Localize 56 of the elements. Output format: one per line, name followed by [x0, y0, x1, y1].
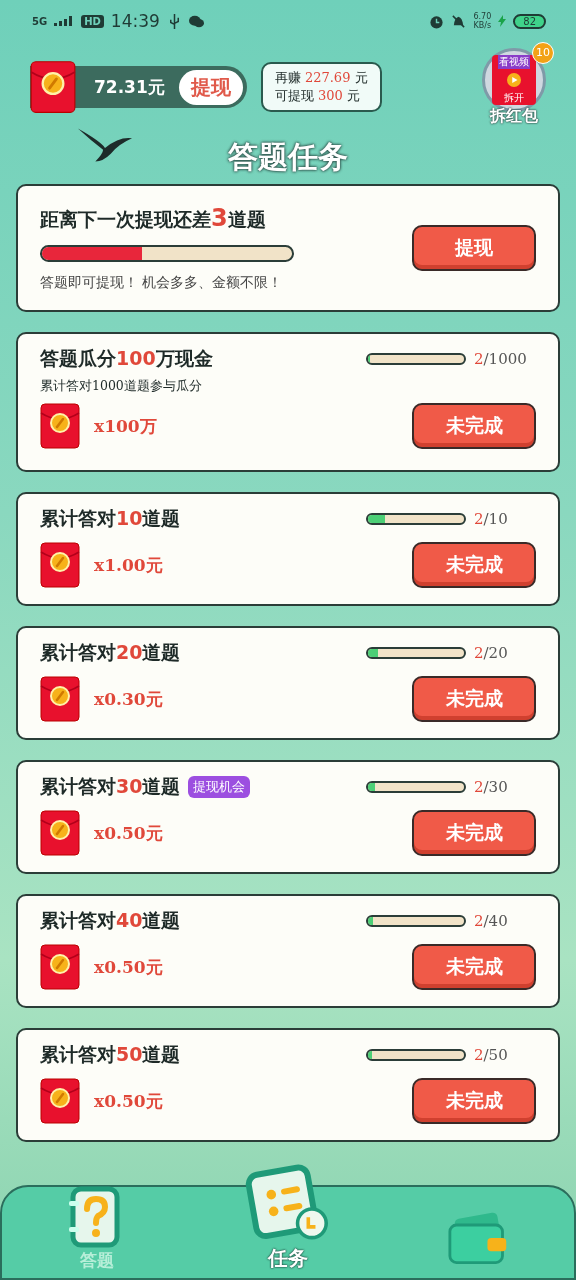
incomplete-button[interactable]: 未完成 [412, 944, 536, 990]
reward-amount: x100万 [94, 414, 157, 438]
speed-unit: KB/s [473, 21, 492, 30]
money-envelope-icon [40, 676, 80, 722]
money-envelope-icon [40, 542, 80, 588]
withdraw-note: 答题即可提现！ 机会多多、金额不限！ [40, 274, 284, 292]
incomplete-button[interactable]: 未完成 [412, 542, 536, 588]
alarm-icon [429, 13, 445, 29]
clock-time: 14:39 [110, 11, 160, 31]
play-icon [507, 72, 521, 87]
progress-count: 2/40 [474, 912, 509, 930]
progress-count: 2/50 [474, 1046, 509, 1064]
incomplete-button[interactable]: 未完成 [412, 676, 536, 722]
reward-amount: x0.30元 [94, 687, 163, 711]
progress-count: 2/10 [474, 510, 509, 528]
money-envelope-icon [40, 810, 80, 856]
reward-amount: x0.50元 [94, 955, 163, 979]
task-title: 累计答对20道题 [40, 640, 181, 665]
questions-remaining: 距离下一次提现还差3道题 [40, 204, 267, 233]
video-tag: 看视频 [498, 54, 530, 69]
incomplete-button[interactable]: 未完成 [412, 403, 536, 449]
reward-amount: x0.50元 [94, 821, 163, 845]
incomplete-button[interactable]: 未完成 [412, 810, 536, 856]
task-tag: 提现机会 [188, 776, 251, 798]
nav-tab[interactable]: 任务 [228, 1161, 348, 1272]
incomplete-button[interactable]: 未完成 [412, 1078, 536, 1124]
task-title: 累计答对50道题 [40, 1042, 181, 1067]
earnings-tip: 再赚 227.69 元 可提现 300 元 [260, 62, 382, 112]
network-indicator: 5G [32, 15, 48, 27]
charging-icon [498, 15, 507, 27]
network-speed: 6.70 [473, 12, 492, 21]
chat-icon [188, 13, 204, 29]
page-title: 答题任务 [228, 137, 348, 176]
task-title: 累计答对30道题 [40, 774, 181, 799]
task-title: 累计答对10道题 [40, 506, 181, 531]
signal-icon [54, 16, 75, 26]
task-title: 答题瓜分100万现金 [40, 346, 213, 371]
mute-icon [451, 13, 467, 29]
withdraw-button[interactable]: 提现 [178, 69, 243, 105]
progress-count: 2/20 [474, 644, 509, 662]
hd-badge: HD [81, 14, 104, 28]
count-badge: 10 [532, 41, 554, 64]
money-envelope-icon [40, 1078, 80, 1124]
reward-amount: x0.50元 [94, 1089, 163, 1113]
progress-count: 2/30 [474, 778, 509, 796]
task-title: 累计答对40道题 [40, 908, 181, 933]
task-description: 累计答对1000道题参与瓜分 [40, 378, 203, 395]
reward-amount: x1.00元 [94, 553, 163, 577]
money-envelope-icon [40, 403, 80, 449]
progress-count: 2/1000 [474, 350, 528, 368]
balance-amount: 72.31元 [93, 75, 166, 99]
open-label: 拆开 [504, 90, 524, 105]
battery-level: 82 [513, 13, 546, 29]
money-envelope-icon [30, 60, 76, 114]
withdraw-button[interactable]: 提现 [412, 225, 536, 271]
money-envelope-icon [40, 944, 80, 990]
